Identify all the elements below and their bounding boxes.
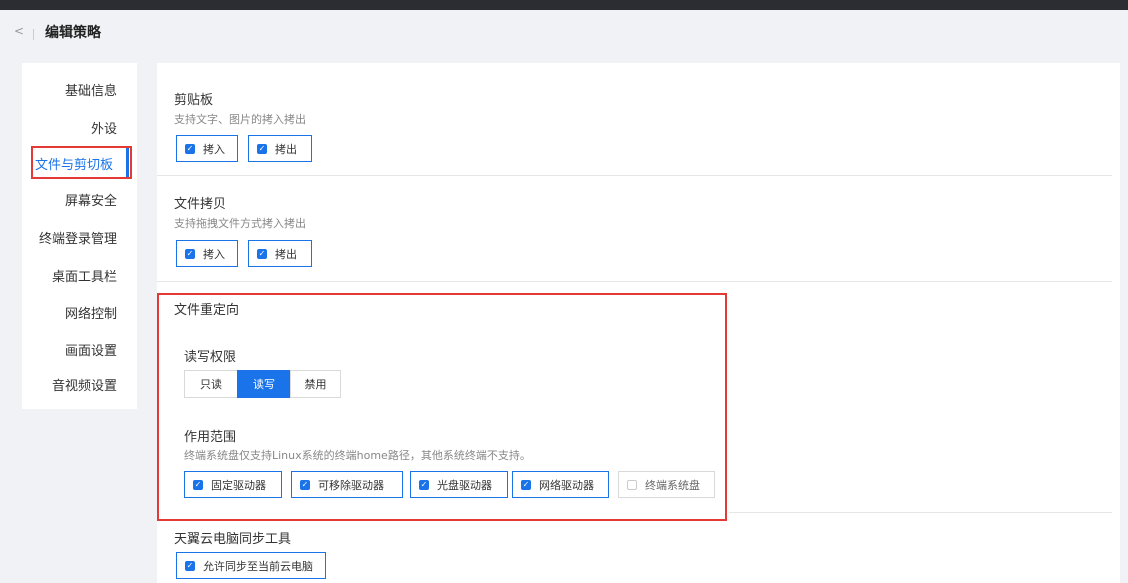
clipboard-desc: 支持文字、图片的拷入拷出: [174, 113, 306, 126]
drive-label: 光盘驱动器: [437, 478, 492, 492]
perm-option-disabled[interactable]: 禁用: [290, 370, 341, 398]
back-chevron-icon[interactable]: <: [14, 24, 24, 38]
drive-fixed-checkbox[interactable]: ✓ 固定驱动器: [184, 471, 282, 498]
sidebar-item-file-clipboard[interactable]: 文件与剪切板: [35, 154, 113, 173]
sidebar-item-audio-video[interactable]: 音视频设置: [52, 375, 117, 394]
sidebar-item-network-control[interactable]: 网络控制: [65, 303, 117, 322]
perm-option-readonly[interactable]: 只读: [184, 370, 238, 398]
clipboard-out-label: 拷出: [275, 142, 297, 156]
sidebar-item-desktop-toolbar[interactable]: 桌面工具栏: [52, 266, 117, 285]
checkbox-checked-icon: ✓: [257, 143, 267, 154]
header-divider: [33, 29, 34, 40]
checkbox-checked-icon: ✓: [419, 479, 429, 490]
sync-allow-checkbox[interactable]: ✓ 允许同步至当前云电脑: [176, 552, 326, 579]
checkbox-checked-icon: ✓: [257, 248, 267, 259]
sidebar-item-peripherals[interactable]: 外设: [91, 118, 117, 137]
checkbox-checked-icon: ✓: [193, 479, 203, 490]
drive-terminal-system-checkbox[interactable]: 终端系统盘: [618, 471, 715, 498]
drive-network-checkbox[interactable]: ✓ 网络驱动器: [512, 471, 609, 498]
clipboard-out-checkbox[interactable]: ✓ 拷出: [248, 135, 312, 162]
section-divider: [157, 281, 1112, 282]
checkbox-checked-icon: ✓: [185, 248, 195, 259]
perm-option-readwrite[interactable]: 读写: [237, 370, 291, 398]
checkbox-unchecked-icon: [627, 479, 637, 490]
drive-label: 固定驱动器: [211, 478, 266, 492]
file-copy-in-label: 拷入: [203, 247, 225, 261]
checkbox-checked-icon: ✓: [300, 479, 310, 490]
scope-label: 作用范围: [184, 430, 237, 445]
drive-label: 网络驱动器: [539, 478, 594, 492]
checkbox-checked-icon: ✓: [185, 560, 195, 571]
perm-label: 读写权限: [184, 350, 237, 365]
page-header: < 编辑策略: [0, 10, 1128, 56]
drive-optical-checkbox[interactable]: ✓ 光盘驱动器: [410, 471, 508, 498]
clipboard-in-checkbox[interactable]: ✓ 拷入: [176, 135, 238, 162]
checkbox-checked-icon: ✓: [521, 479, 531, 490]
file-copy-in-checkbox[interactable]: ✓ 拷入: [176, 240, 238, 267]
top-bar: [0, 0, 1128, 10]
drive-label: 终端系统盘: [645, 478, 700, 492]
clipboard-title: 剪贴板: [174, 93, 214, 108]
section-divider: [157, 175, 1112, 176]
sidebar-nav: 基础信息 外设 文件与剪切板 屏幕安全 终端登录管理 桌面工具栏 网络控制 画面…: [22, 63, 137, 409]
file-copy-title: 文件拷贝: [174, 197, 227, 212]
file-copy-out-label: 拷出: [275, 247, 297, 261]
drive-label: 可移除驱动器: [318, 478, 384, 492]
page-title: 编辑策略: [45, 25, 101, 41]
file-copy-out-checkbox[interactable]: ✓ 拷出: [248, 240, 312, 267]
main-panel: 剪贴板 支持文字、图片的拷入拷出 ✓ 拷入 ✓ 拷出 文件拷贝 支持拖拽文件方式…: [157, 63, 1120, 583]
sync-tool-title: 天翼云电脑同步工具: [174, 532, 292, 547]
active-item-indicator: [126, 148, 129, 177]
file-copy-desc: 支持拖拽文件方式拷入拷出: [174, 217, 306, 230]
sidebar-item-screen-security[interactable]: 屏幕安全: [65, 190, 117, 209]
clipboard-in-label: 拷入: [203, 142, 225, 156]
sidebar-item-basic-info[interactable]: 基础信息: [65, 80, 117, 99]
drive-removable-checkbox[interactable]: ✓ 可移除驱动器: [291, 471, 403, 498]
section-divider: [729, 512, 1112, 513]
sync-allow-label: 允许同步至当前云电脑: [203, 559, 313, 573]
checkbox-checked-icon: ✓: [185, 143, 195, 154]
redirect-title: 文件重定向: [174, 303, 240, 318]
scope-desc: 终端系统盘仅支持Linux系统的终端home路径，其他系统终端不支持。: [184, 449, 531, 462]
sidebar-item-terminal-login[interactable]: 终端登录管理: [39, 228, 117, 247]
sidebar-item-display-settings[interactable]: 画面设置: [65, 340, 117, 359]
